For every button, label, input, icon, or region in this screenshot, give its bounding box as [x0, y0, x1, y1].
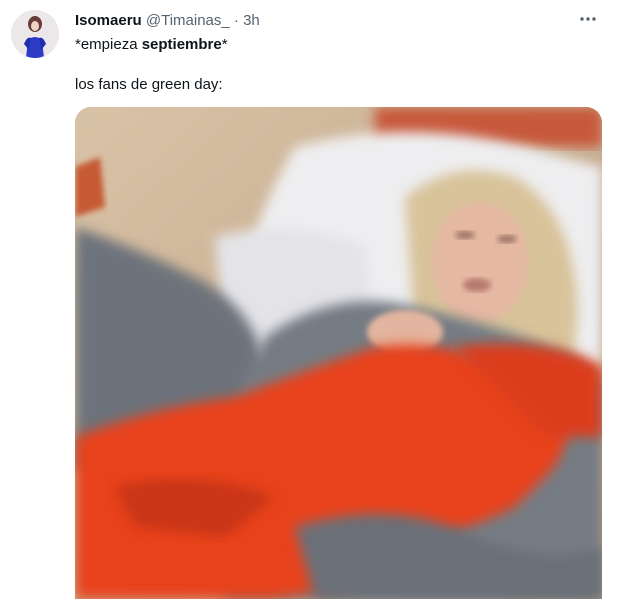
more-options-icon[interactable]: [577, 8, 599, 30]
tweet-card[interactable]: Isomaeru @Timainas_ · 3h *empieza septie…: [0, 0, 619, 599]
separator-dot: ·: [233, 12, 239, 29]
author-name[interactable]: Isomaeru: [75, 12, 142, 29]
media-image: [75, 107, 602, 599]
avatar[interactable]: [11, 10, 59, 58]
tweet-text-line-1: *empieza septiembre*: [75, 35, 228, 55]
tweet-header: Isomaeru @Timainas_ · 3h: [75, 12, 260, 30]
timestamp[interactable]: 3h: [243, 12, 260, 29]
tweet-text-prefix: *empieza: [75, 36, 142, 53]
author-handle[interactable]: @Timainas_: [146, 12, 230, 29]
tweet-text-line-2: los fans de green day:: [75, 76, 223, 93]
tweet-text-suffix: *: [221, 36, 228, 53]
tweet-media[interactable]: [75, 107, 602, 599]
tweet-text-bold: septiembre: [141, 36, 222, 53]
